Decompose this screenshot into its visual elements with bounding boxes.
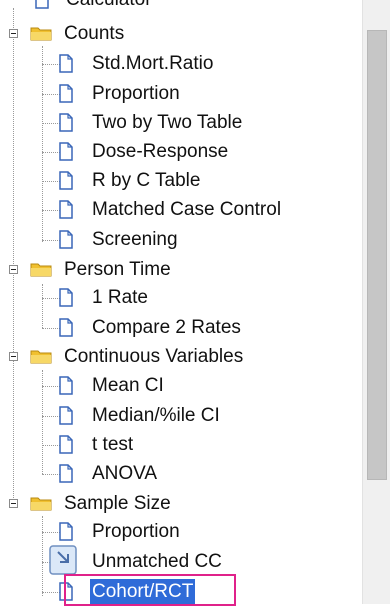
tree-item-label: 1 Rate xyxy=(92,287,148,308)
document-icon xyxy=(59,406,73,425)
tree-item-t-test[interactable]: t test xyxy=(0,431,360,459)
tree-item-label: ANOVA xyxy=(92,463,158,484)
drag-cursor-icon xyxy=(49,545,77,575)
document-icon xyxy=(59,435,73,454)
highlight-box xyxy=(64,574,236,606)
folder-icon xyxy=(30,497,52,511)
collapse-minus-icon[interactable] xyxy=(9,265,18,274)
tree-item-compare-2-rates[interactable]: Compare 2 Rates xyxy=(0,314,360,342)
tree-item-label: t test xyxy=(92,434,134,455)
tree-item-matched-case-control[interactable]: Matched Case Control xyxy=(0,196,360,224)
folder-icon xyxy=(30,27,52,41)
tree-item-label: Compare 2 Rates xyxy=(92,317,241,338)
tree-item-proportion[interactable]: Proportion xyxy=(0,80,360,108)
tree-item-label: Unmatched CC xyxy=(92,551,222,572)
document-icon xyxy=(59,171,73,190)
tree-item-dose-response[interactable]: Dose-Response xyxy=(0,138,360,166)
collapse-minus-icon[interactable] xyxy=(9,29,18,38)
document-icon xyxy=(59,54,73,73)
tree-item-label: Dose-Response xyxy=(92,141,229,162)
tree-item-two-by-two-table[interactable]: Two by Two Table xyxy=(0,109,360,137)
tree-item-label: Std.Mort.Ratio xyxy=(92,53,214,74)
tree-group-label: Continuous Variables xyxy=(64,346,244,367)
tree-item-label: Two by Two Table xyxy=(92,112,243,133)
document-icon xyxy=(59,113,73,132)
tree-item-anova[interactable]: ANOVA xyxy=(0,460,360,488)
tree-item-label: Median/%ile CI xyxy=(92,405,220,426)
collapse-minus-icon[interactable] xyxy=(9,499,18,508)
tree-item-label: Calculator xyxy=(64,0,154,13)
document-icon xyxy=(59,84,73,103)
tree-group-label: Counts xyxy=(64,23,125,44)
tree-item-label: Screening xyxy=(92,229,178,250)
tree-item-r-by-c-table[interactable]: R by C Table xyxy=(0,167,360,195)
tree-group-person-time[interactable]: Person Time xyxy=(0,256,360,284)
document-icon xyxy=(59,230,73,249)
tree-item-std-mort-ratio[interactable]: Std.Mort.Ratio xyxy=(0,50,360,78)
document-icon xyxy=(35,0,49,9)
tree-group-counts[interactable]: Counts xyxy=(0,20,360,48)
tree-item-label: Proportion xyxy=(92,83,180,104)
tree-item-1-rate[interactable]: 1 Rate xyxy=(0,284,360,312)
document-icon xyxy=(59,142,73,161)
tree-item-label: R by C Table xyxy=(92,170,201,191)
folder-icon xyxy=(30,350,52,364)
tree-item-label: Mean CI xyxy=(92,375,164,396)
document-icon xyxy=(59,288,73,307)
tree-group-continuous-variables[interactable]: Continuous Variables xyxy=(0,343,360,371)
document-icon xyxy=(59,522,73,541)
vertical-scrollbar[interactable] xyxy=(362,0,390,604)
tree-item-screening[interactable]: Screening xyxy=(0,226,360,254)
tree-item-label: Matched Case Control xyxy=(92,199,282,220)
collapse-minus-icon[interactable] xyxy=(9,352,18,361)
tree-item-label: Proportion xyxy=(92,521,180,542)
document-icon xyxy=(59,318,73,337)
tree-item-median-ile-ci[interactable]: Median/%ile CI xyxy=(0,402,360,430)
document-icon xyxy=(59,200,73,219)
document-icon xyxy=(59,376,73,395)
scrollbar-thumb[interactable] xyxy=(367,30,387,480)
document-icon xyxy=(59,464,73,483)
folder-icon xyxy=(30,263,52,277)
tree-view: Calculator Counts Std.Mort.Ratio Proport… xyxy=(0,0,360,605)
tree-group-label: Sample Size xyxy=(64,493,171,514)
tree-group-label: Person Time xyxy=(64,259,171,280)
tree-item-mean-ci[interactable]: Mean CI xyxy=(0,372,360,400)
tree-item-partial[interactable]: Calculator xyxy=(0,0,360,14)
tree-group-sample-size[interactable]: Sample Size xyxy=(0,490,360,518)
